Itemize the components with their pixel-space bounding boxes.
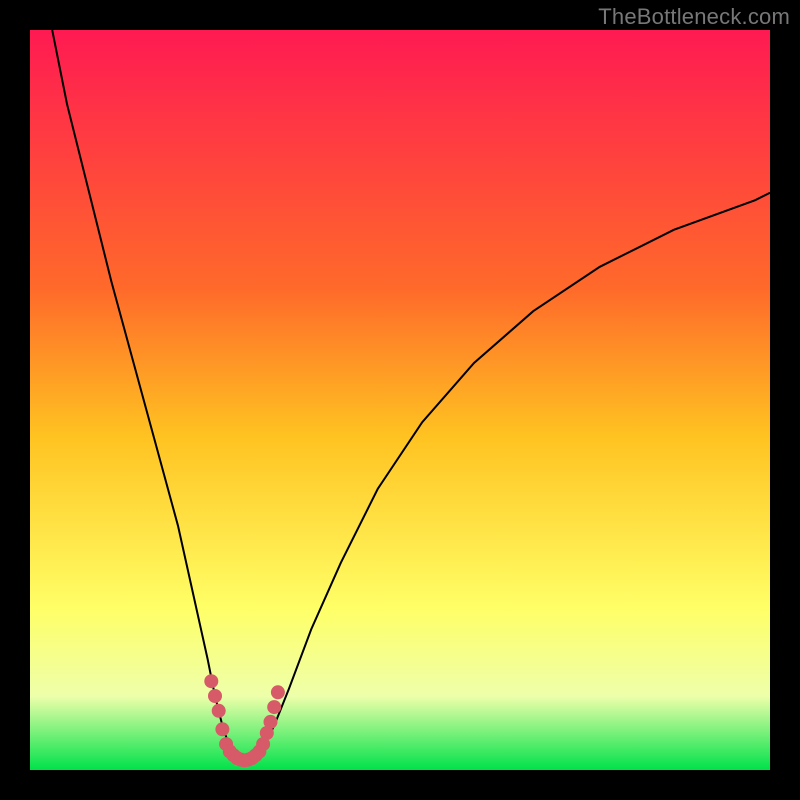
marker-dot <box>215 722 229 736</box>
watermark-text: TheBottleneck.com <box>598 4 790 30</box>
marker-dot <box>208 689 222 703</box>
gradient-background <box>30 30 770 770</box>
outer-black-frame: TheBottleneck.com <box>0 0 800 800</box>
marker-dot <box>212 704 226 718</box>
marker-dot <box>204 674 218 688</box>
chart-canvas <box>30 30 770 770</box>
marker-dot <box>264 715 278 729</box>
marker-dot <box>271 685 285 699</box>
marker-dot <box>267 700 281 714</box>
chart-svg <box>30 30 770 770</box>
